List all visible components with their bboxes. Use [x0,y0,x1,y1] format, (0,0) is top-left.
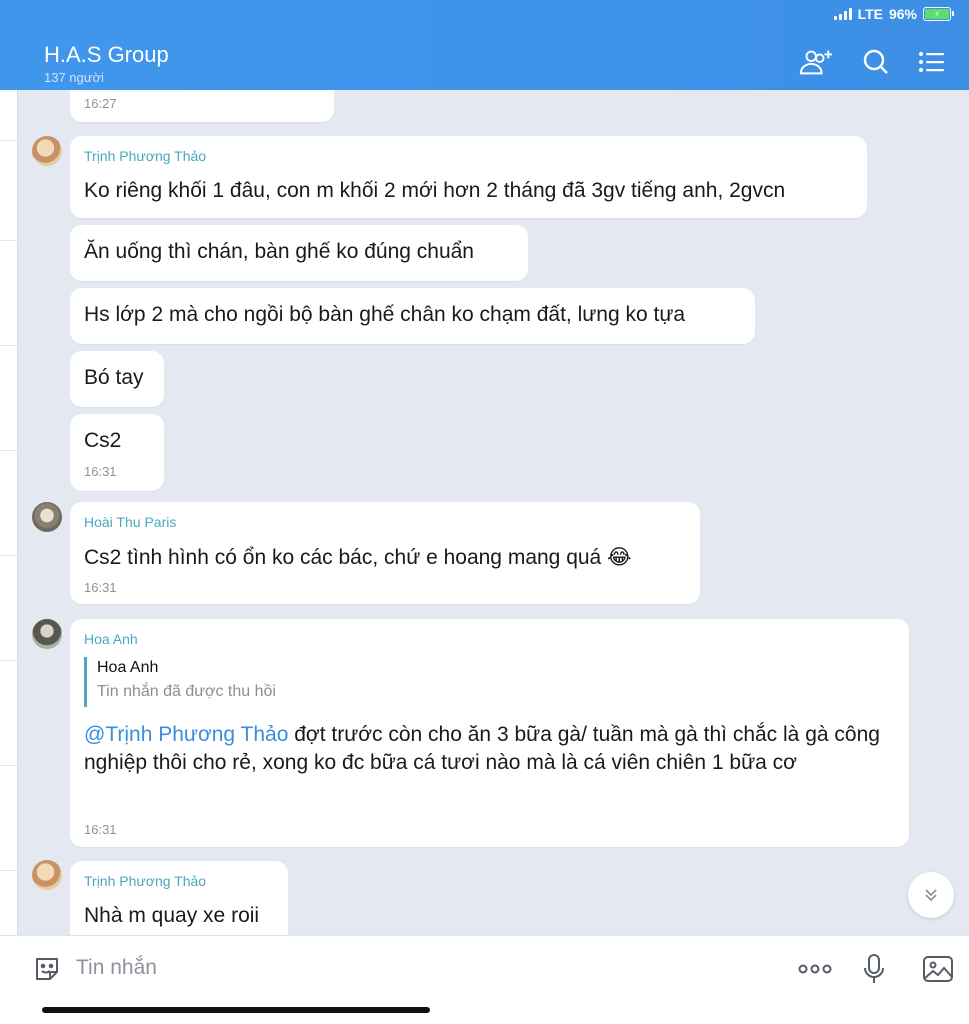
message-time: 16:31 [84,580,117,595]
mention-link[interactable]: @Trịnh Phương Thảo [84,723,288,746]
avatar[interactable] [32,860,62,890]
message-list[interactable]: 16:27 Trịnh Phương Thảo Ko riêng khối 1 … [18,90,969,935]
message-bubble[interactable]: Trịnh Phương Thảo Ko riêng khối 1 đâu, c… [70,136,867,218]
message-text: Nhà m quay xe roii [84,904,260,927]
sender-name[interactable]: Hoa Anh [84,631,138,647]
message-text: Ăn uống thì chán, bàn ghế ko đúng chuẩn [84,240,474,263]
avatar[interactable] [32,619,62,649]
more-icon[interactable] [798,952,832,986]
signal-icon [833,8,852,20]
home-indicator [42,1007,430,1013]
message-bubble[interactable]: Trịnh Phương Thảo Nhà m quay xe roii [70,861,288,935]
message-text: Cs2 [84,429,122,452]
scroll-to-bottom-button[interactable] [908,872,954,918]
message-input-bar: Tin nhắn [0,935,969,1000]
menu-icon[interactable] [914,44,950,80]
quote-sender: Hoa Anh [97,659,159,676]
message-text: Bó tay [84,366,144,389]
double-chevron-down-icon [925,889,937,902]
message-text: Ko riêng khối 1 đâu, con m khối 2 mới hơ… [84,179,786,202]
quote-text: Tin nhắn đã được thu hồi [97,683,276,700]
message-bubble[interactable]: Hs lớp 2 mà cho ngồi bộ bàn ghế chân ko … [70,288,755,344]
status-bar: LTE 96% ⚡ [833,6,954,22]
avatar[interactable] [32,136,62,166]
sender-name[interactable]: Trịnh Phương Thảo [84,873,206,889]
message-time: 16:27 [84,96,117,111]
microphone-icon[interactable] [857,952,891,986]
message-bubble[interactable]: Cs2 16:31 [70,414,164,491]
search-icon[interactable] [858,44,894,80]
message-bubble[interactable]: Bó tay [70,351,164,407]
sender-name[interactable]: Hoài Thu Paris [84,514,176,530]
battery-percent: 96% [888,6,917,22]
network-label: LTE [857,6,883,22]
message-time: 16:31 [84,822,117,837]
group-title[interactable]: H.A.S Group [44,42,169,68]
message-text: Cs2 tình hình có ổn ko các bác, chứ e ho… [84,546,632,569]
message-bubble[interactable]: Hoài Thu Paris Cs2 tình hình có ổn ko cá… [70,502,700,604]
battery-icon: ⚡ [923,7,954,21]
message-bubble[interactable]: Ăn uống thì chán, bàn ghế ko đúng chuẩn [70,225,528,281]
sender-name[interactable]: Trịnh Phương Thảo [84,148,206,164]
reply-quote[interactable]: Hoa Anh Tin nhắn đã được thu hồi [84,657,276,707]
message-text: @Trịnh Phương Thảo đợt trước còn cho ăn … [84,721,904,777]
add-member-icon[interactable] [797,44,833,80]
sticker-icon[interactable] [30,952,64,986]
avatar[interactable] [32,502,62,532]
member-count: 137 người [44,70,104,85]
message-time: 16:31 [84,464,117,479]
image-icon[interactable] [921,952,955,986]
message-bubble[interactable]: 16:27 [70,90,334,122]
side-panel-edge [0,90,18,935]
message-input[interactable]: Tin nhắn [76,956,157,980]
message-text: Hs lớp 2 mà cho ngồi bộ bàn ghế chân ko … [84,303,686,326]
message-bubble[interactable]: Hoa Anh Hoa Anh Tin nhắn đã được thu hồi… [70,619,909,847]
chat-header: LTE 96% ⚡ H.A.S Group 137 người [0,0,969,90]
